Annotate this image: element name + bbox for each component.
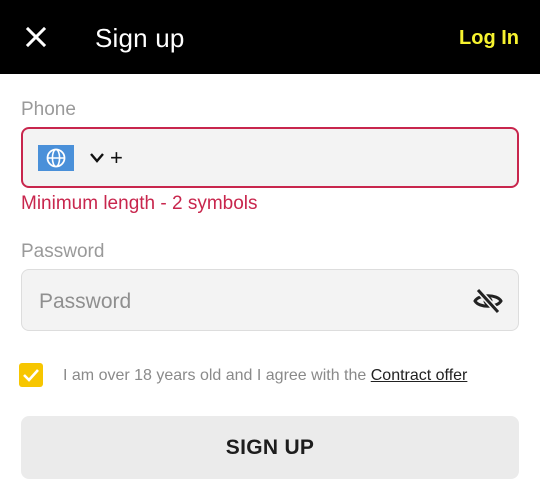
chevron-down-icon — [90, 153, 104, 163]
agreement-text: I am over 18 years old and I agree with … — [63, 365, 467, 387]
signup-screen: Sign up Log In Phone + Minimum length - … — [0, 0, 540, 494]
page-title: Sign up — [95, 23, 185, 53]
phone-label: Phone — [21, 99, 76, 120]
phone-error-message: Minimum length - 2 symbols — [21, 193, 258, 214]
password-label: Password — [21, 241, 105, 262]
agree-checkbox[interactable] — [19, 363, 43, 387]
password-input[interactable] — [37, 282, 461, 322]
contract-offer-link[interactable]: Contract offer — [371, 367, 468, 384]
password-field[interactable] — [21, 269, 519, 331]
country-dropdown-button[interactable] — [89, 151, 105, 165]
agreement-label: I am over 18 years old and I agree with … — [63, 367, 371, 384]
globe-icon — [46, 148, 66, 168]
password-visibility-toggle[interactable] — [472, 286, 504, 316]
login-link[interactable]: Log In — [459, 24, 519, 52]
phone-input[interactable] — [127, 139, 511, 179]
eye-off-icon — [473, 287, 503, 315]
signup-button[interactable]: SIGN UP — [21, 416, 519, 479]
country-selector[interactable] — [38, 145, 74, 171]
app-header: Sign up Log In — [0, 0, 540, 74]
close-icon — [25, 26, 47, 48]
phone-field[interactable]: + — [21, 127, 519, 188]
close-button[interactable] — [20, 21, 52, 53]
checkmark-icon — [23, 369, 39, 382]
phone-prefix: + — [110, 145, 123, 170]
